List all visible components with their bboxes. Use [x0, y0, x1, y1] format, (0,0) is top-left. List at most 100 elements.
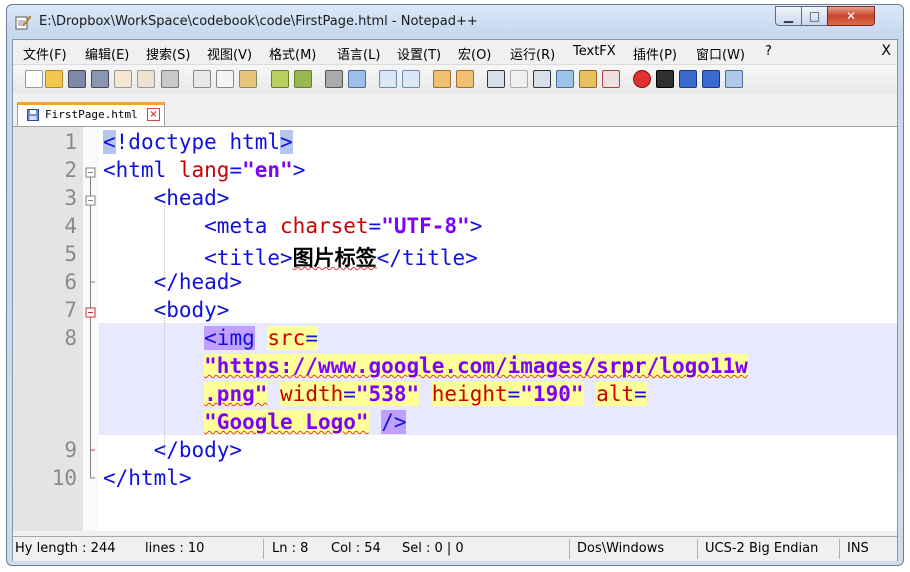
menu-edit[interactable]: 编辑(E): [85, 44, 129, 63]
window-title: E:\Dropbox\WorkSpace\codebook\code\First…: [39, 14, 478, 29]
tab-firstpage-html[interactable]: FirstPage.html ×: [17, 102, 165, 126]
equals-sign: =: [368, 214, 382, 238]
menu-plugins[interactable]: 插件(P): [633, 44, 677, 63]
play-macro-multiple-icon[interactable]: [702, 70, 720, 88]
bracket-match-close: >: [280, 130, 293, 154]
new-file-icon[interactable]: [25, 70, 43, 88]
title-open-tag: <title>: [204, 246, 293, 270]
code-line-10: </html>: [103, 466, 192, 490]
status-encoding[interactable]: UCS-2 Big Endian: [705, 541, 818, 556]
src-attribute: src: [267, 326, 306, 350]
equals-sign: =: [229, 158, 243, 182]
minimize-button[interactable]: ▁: [775, 6, 802, 26]
redo-icon[interactable]: [294, 70, 312, 88]
menu-file[interactable]: 文件(F): [23, 44, 67, 63]
status-separator: [569, 539, 570, 559]
menu-search[interactable]: 搜索(S): [146, 44, 190, 63]
line-number: 1: [64, 130, 77, 154]
save-all-icon[interactable]: [91, 70, 109, 88]
title-bar[interactable]: E:\Dropbox\WorkSpace\codebook\code\First…: [7, 5, 903, 39]
code-line-3: <head>: [103, 186, 230, 210]
line-number: 5: [64, 242, 77, 266]
word-wrap-icon[interactable]: [487, 70, 505, 88]
print-icon[interactable]: [161, 70, 179, 88]
tag-close: >: [469, 214, 483, 238]
close-button[interactable]: ✕: [827, 6, 875, 26]
tag-close: >: [292, 158, 306, 182]
undo-icon[interactable]: [271, 70, 289, 88]
body-close-tag: </body>: [153, 438, 243, 462]
code-line-2: <html lang="en">: [103, 158, 305, 182]
status-insert-mode: INS: [847, 541, 869, 556]
play-macro-icon[interactable]: [679, 70, 697, 88]
tab-close-icon[interactable]: ×: [147, 108, 160, 121]
code-line-9: </body>: [103, 438, 243, 462]
equals-sign: =: [634, 382, 647, 406]
find-icon[interactable]: [325, 70, 343, 88]
menu-help[interactable]: ?: [765, 44, 772, 59]
status-lines: lines : 10: [145, 541, 205, 556]
close-document-x[interactable]: X: [881, 43, 891, 59]
alt-attribute: alt: [596, 382, 635, 406]
record-macro-icon[interactable]: [633, 70, 651, 88]
paste-icon[interactable]: [239, 70, 257, 88]
toolbar: [13, 64, 897, 94]
fold-markers: [85, 167, 96, 479]
replace-icon[interactable]: [348, 70, 366, 88]
status-length: Hy length : 244: [15, 541, 116, 556]
document-map-icon[interactable]: [579, 70, 597, 88]
html-close-tag: </html>: [103, 466, 192, 490]
charset-attribute: charset: [280, 214, 369, 238]
status-selection: Sel : 0 | 0: [402, 541, 464, 556]
open-file-icon[interactable]: [45, 70, 63, 88]
menu-window[interactable]: 窗口(W): [696, 44, 745, 63]
sync-horizontal-icon[interactable]: [456, 70, 474, 88]
status-bar: Hy length : 244 lines : 10 Ln : 8 Col : …: [13, 536, 897, 561]
menu-view[interactable]: 视图(V): [207, 44, 252, 63]
menu-run[interactable]: 运行(R): [510, 44, 555, 63]
head-close-tag: </head>: [153, 270, 243, 294]
stop-macro-icon[interactable]: [656, 70, 674, 88]
lang-attribute: lang: [178, 158, 230, 182]
cut-icon[interactable]: [193, 70, 211, 88]
menu-settings[interactable]: 设置(T): [397, 44, 441, 63]
line-number: 6: [64, 270, 77, 294]
menu-bar: 文件(F) 编辑(E) 搜索(S) 视图(V) 格式(M) 语言(L) 设置(T…: [13, 40, 897, 64]
close-all-icon[interactable]: [137, 70, 155, 88]
code-line-4: <meta charset="UTF-8">: [103, 214, 482, 238]
status-line-number: Ln : 8: [272, 541, 309, 556]
status-eol-format[interactable]: Dos\Windows: [577, 541, 664, 556]
width-attribute: width: [280, 382, 344, 406]
sync-vertical-icon[interactable]: [433, 70, 451, 88]
close-file-icon[interactable]: [114, 70, 132, 88]
function-list-icon[interactable]: [602, 70, 620, 88]
zoom-out-icon[interactable]: [402, 70, 420, 88]
client-area: 文件(F) 编辑(E) 搜索(S) 视图(V) 格式(M) 语言(L) 设置(T…: [12, 39, 898, 561]
menu-format[interactable]: 格式(M): [269, 44, 316, 63]
bracket-match-open: <: [103, 130, 116, 154]
height-value: "190": [520, 382, 584, 406]
save-icon[interactable]: [68, 70, 86, 88]
code-editor[interactable]: 1 2 3 4 5 6 7 8 9 10 <!doctype html> <ht…: [13, 127, 897, 531]
equals-sign: =: [507, 382, 521, 406]
code-line-6: </head>: [103, 270, 243, 294]
title-close-tag: </title>: [376, 246, 478, 270]
code-line-5: <title>图片标签</title>: [103, 242, 478, 272]
save-macro-icon[interactable]: [725, 70, 743, 88]
status-column: Col : 54: [331, 541, 381, 556]
indent-guide-icon[interactable]: [533, 70, 551, 88]
menu-language[interactable]: 语言(L): [337, 44, 380, 63]
copy-icon[interactable]: [216, 70, 234, 88]
code-line-8-wrap-1: "https://www.google.com/images/srpr/logo…: [103, 354, 748, 378]
line-number: 9: [64, 438, 77, 462]
tab-bar: FirstPage.html ×: [13, 93, 897, 127]
maximize-button[interactable]: □: [801, 6, 828, 26]
user-defined-language-icon[interactable]: [556, 70, 574, 88]
self-close-tag: />: [381, 410, 407, 434]
menu-macro[interactable]: 宏(O): [458, 44, 491, 63]
menu-textfx[interactable]: TextFX: [573, 44, 616, 59]
show-all-characters-icon[interactable]: [510, 70, 528, 88]
zoom-in-icon[interactable]: [379, 70, 397, 88]
notepad-plus-plus-icon: [15, 15, 31, 30]
html-open-tag: <html: [103, 158, 167, 182]
